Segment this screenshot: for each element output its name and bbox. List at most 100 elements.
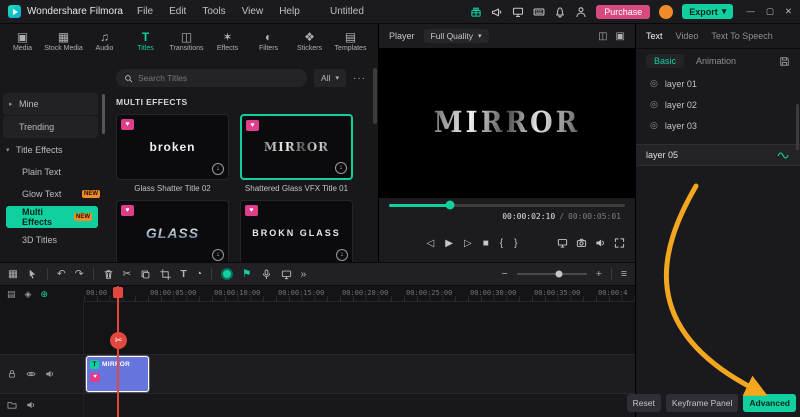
zoom-slider-handle[interactable] bbox=[555, 270, 563, 278]
library-scrollbar[interactable] bbox=[373, 68, 377, 124]
redo-icon[interactable]: ↷ bbox=[75, 268, 84, 280]
play-button[interactable]: ▶ bbox=[445, 238, 453, 249]
layer-item-02[interactable]: ◎ layer 02 bbox=[636, 94, 800, 115]
tab-stickers[interactable]: ❖ Stickers bbox=[289, 30, 330, 52]
stop-button[interactable]: ■ bbox=[483, 238, 489, 249]
more-options-icon[interactable]: ··· bbox=[353, 73, 366, 84]
tab-templates[interactable]: ▤ Templates bbox=[330, 30, 371, 52]
delete-icon[interactable] bbox=[103, 269, 114, 280]
save-preset-icon[interactable] bbox=[779, 56, 790, 67]
menu-edit[interactable]: Edit bbox=[169, 6, 186, 17]
search-input[interactable] bbox=[138, 73, 300, 83]
menu-view[interactable]: View bbox=[242, 6, 264, 17]
time-ruler[interactable]: 00:00 00:00:05:00 00:00:10:00 00:00:15:0… bbox=[84, 286, 635, 302]
tab-stock-media[interactable]: ▦ Stock Media bbox=[43, 30, 84, 52]
split-scissors-badge[interactable]: ✂ bbox=[110, 332, 127, 349]
download-icon[interactable]: ↓ bbox=[336, 249, 348, 261]
volume-icon[interactable] bbox=[595, 238, 606, 249]
minimize-icon[interactable]: — bbox=[746, 6, 755, 17]
tab-titles[interactable]: T Titles bbox=[125, 30, 166, 52]
tab-text-to-speech[interactable]: Text To Speech bbox=[711, 31, 772, 41]
sidebar-item-glow-text[interactable]: Glow Text NEW bbox=[0, 183, 106, 205]
properties-scrollbar[interactable] bbox=[796, 104, 799, 150]
seek-handle[interactable] bbox=[445, 200, 455, 210]
account-avatar[interactable] bbox=[659, 4, 674, 19]
screen-record-icon[interactable] bbox=[281, 269, 292, 280]
tab-video[interactable]: Video bbox=[676, 31, 699, 41]
display-icon[interactable] bbox=[557, 238, 568, 249]
split-view-icon[interactable]: ◫ bbox=[598, 31, 607, 42]
track-folder-icon[interactable] bbox=[7, 400, 17, 410]
video-preview[interactable]: MIRROR bbox=[379, 48, 635, 198]
workspace-layout-icon[interactable]: ▦ bbox=[8, 268, 18, 280]
template-thumb-shattered-glass-01[interactable]: ♥ MIRROR ↓ bbox=[240, 114, 353, 180]
mark-in-button[interactable]: { bbox=[500, 238, 503, 249]
purchase-button[interactable]: Purchase bbox=[596, 4, 651, 19]
marker-flag-icon[interactable]: ⚑ bbox=[242, 268, 251, 280]
subtab-basic[interactable]: Basic bbox=[646, 54, 685, 68]
layer-item-01[interactable]: ◎ layer 01 bbox=[636, 73, 800, 94]
gift-icon[interactable] bbox=[470, 6, 482, 18]
tab-audio[interactable]: ♫ Audio bbox=[84, 30, 125, 52]
audio-track-lane[interactable] bbox=[0, 394, 635, 417]
timeline-menu-icon[interactable]: ≡ bbox=[621, 268, 627, 280]
subtab-animation[interactable]: Animation bbox=[696, 56, 736, 66]
tab-media[interactable]: ▣ Media bbox=[2, 30, 43, 52]
auto-ripple-toggle-icon[interactable] bbox=[221, 268, 234, 280]
text-tool-icon[interactable]: T bbox=[180, 268, 186, 280]
search-box[interactable] bbox=[116, 69, 308, 87]
active-layer-row[interactable]: layer 05 bbox=[636, 144, 800, 166]
snap-icon[interactable]: ◈ bbox=[25, 289, 32, 300]
quality-dropdown[interactable]: Full Quality ▾ bbox=[423, 29, 489, 43]
keyboard-icon[interactable] bbox=[533, 6, 545, 18]
voiceover-mic-icon[interactable] bbox=[261, 269, 272, 280]
filter-dropdown[interactable]: All ▾ bbox=[314, 69, 346, 87]
tab-filters[interactable]: ◐ Filters bbox=[248, 30, 289, 52]
template-thumb-brokn-glass[interactable]: ♥ BROKN GLASS ↓ bbox=[240, 200, 353, 262]
download-icon[interactable]: ↓ bbox=[335, 162, 347, 174]
layer-item-03[interactable]: ◎ layer 03 bbox=[636, 115, 800, 136]
megaphone-icon[interactable] bbox=[491, 6, 503, 18]
sidebar-item-multi-effects[interactable]: Multi Effects NEW bbox=[6, 206, 98, 228]
sidebar-item-title-effects[interactable]: ▾ Title Effects bbox=[0, 139, 106, 161]
tab-text[interactable]: Text bbox=[646, 31, 663, 41]
template-thumb-glass[interactable]: ♥ GLASS ↓ bbox=[116, 200, 229, 262]
timeline-zoom-slider[interactable] bbox=[516, 270, 587, 278]
select-tool-icon[interactable] bbox=[27, 269, 38, 280]
fullscreen-icon[interactable] bbox=[614, 238, 625, 249]
sidebar-item-3d-titles[interactable]: 3D Titles bbox=[0, 229, 106, 251]
split-scissors-icon[interactable]: ✂ bbox=[123, 268, 132, 280]
track-eye-icon[interactable] bbox=[26, 369, 36, 379]
sidebar-item-plain-text[interactable]: Plain Text bbox=[0, 161, 106, 183]
snapshot-camera-icon[interactable] bbox=[576, 238, 587, 249]
playhead-handle[interactable] bbox=[113, 287, 123, 298]
download-icon[interactable]: ↓ bbox=[212, 163, 224, 175]
menu-tools[interactable]: Tools bbox=[202, 6, 225, 17]
manage-tracks-icon[interactable]: ▤ bbox=[7, 289, 16, 300]
reset-button[interactable]: Reset bbox=[626, 394, 661, 412]
mask-view-icon[interactable]: ▣ bbox=[616, 31, 625, 42]
zoom-out-icon[interactable]: − bbox=[502, 268, 508, 280]
crop-icon[interactable] bbox=[160, 269, 171, 280]
sidebar-scrollbar[interactable] bbox=[102, 94, 105, 134]
undo-icon[interactable]: ↶ bbox=[57, 268, 66, 280]
maximize-icon[interactable]: ▢ bbox=[766, 6, 774, 17]
sidebar-item-trending[interactable]: Trending bbox=[3, 116, 98, 138]
track-mute-icon[interactable] bbox=[26, 400, 36, 410]
tab-effects[interactable]: ✶ Effects bbox=[207, 30, 248, 52]
bell-icon[interactable] bbox=[554, 6, 566, 18]
menu-file[interactable]: File bbox=[137, 6, 153, 17]
more-tools-icon[interactable]: » bbox=[301, 268, 307, 280]
tab-transitions[interactable]: ◫ Transitions bbox=[166, 30, 207, 52]
close-icon[interactable]: ✕ bbox=[785, 6, 792, 17]
speed-icon[interactable]: ◔ bbox=[196, 268, 202, 280]
seek-bar[interactable] bbox=[389, 200, 625, 210]
copy-icon[interactable] bbox=[140, 269, 151, 280]
step-back-button[interactable]: ◁ bbox=[427, 238, 435, 249]
download-icon[interactable]: ↓ bbox=[212, 249, 224, 261]
motion-track-icon[interactable]: ⊕ bbox=[40, 289, 48, 300]
track-mute-icon[interactable] bbox=[45, 369, 55, 379]
keyframe-panel-button[interactable]: Keyframe Panel bbox=[665, 394, 739, 412]
advanced-button[interactable]: Advanced bbox=[743, 394, 796, 412]
sidebar-item-mine[interactable]: ▸ Mine bbox=[3, 93, 98, 115]
